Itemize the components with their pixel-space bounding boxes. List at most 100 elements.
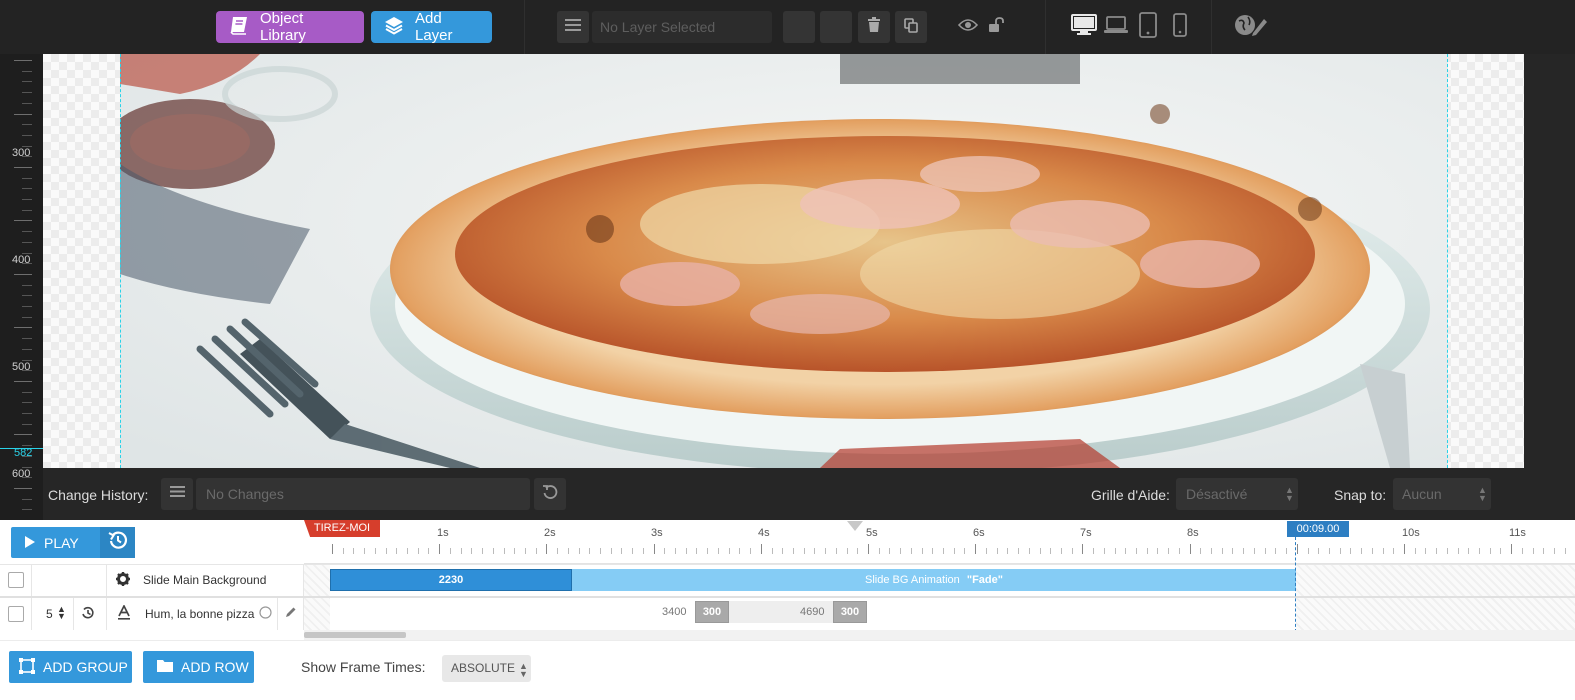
toolbar-divider-2 [1045, 0, 1046, 54]
undo-button[interactable] [534, 478, 566, 510]
history-list-button[interactable] [161, 478, 193, 510]
device-laptop-button[interactable] [1103, 14, 1129, 40]
time-label: 1s [437, 527, 449, 539]
timeline-tick [954, 548, 955, 554]
timeline-tick [396, 548, 397, 554]
timeline-tick [1308, 548, 1309, 554]
show-frame-times-label: Show Frame Times: [301, 659, 426, 675]
timeline-scrollbar-thumb[interactable] [304, 632, 406, 638]
slide-background-image[interactable] [120, 54, 1448, 468]
rewind-button[interactable] [100, 527, 135, 558]
timeline-tick [964, 548, 965, 554]
undo-icon [542, 484, 558, 505]
ruler-tick [14, 381, 32, 382]
add-row-button[interactable]: ADD ROW [143, 651, 254, 683]
timeline-tick [418, 548, 419, 554]
layer-action-button-2[interactable] [820, 11, 852, 43]
timeline-tick [1040, 548, 1041, 554]
history-value: No Changes [206, 486, 284, 502]
ruler-tick [22, 81, 32, 82]
ruler-tick [22, 295, 32, 296]
drag-handle-tag[interactable]: TIREZ-MOI [304, 520, 380, 537]
trash-icon [867, 16, 881, 38]
layer-action-button-1[interactable] [783, 11, 815, 43]
time-label: 7s [1080, 527, 1092, 539]
row-checkbox[interactable] [8, 606, 24, 622]
device-tablet-button[interactable] [1135, 11, 1161, 43]
ruler-label-300: 300 [12, 147, 31, 159]
visibility-toggle[interactable] [955, 14, 981, 40]
unlock-icon [988, 16, 1006, 38]
layer-select[interactable]: No Layer Selected [592, 11, 772, 43]
timeline-tick [696, 548, 697, 554]
ruler-tick [22, 199, 32, 200]
timeline-scrollbar[interactable] [304, 630, 1575, 640]
tablet-icon [1139, 11, 1157, 43]
object-library-label: Object Library [260, 10, 306, 44]
row-checkbox[interactable] [8, 572, 24, 588]
timeline-tick [1522, 548, 1523, 554]
playhead-marker[interactable] [847, 521, 863, 531]
timeline-tick [514, 548, 515, 554]
gear-icon[interactable] [116, 572, 130, 591]
delete-layer-button[interactable] [858, 11, 890, 43]
pencil-icon[interactable] [284, 606, 297, 624]
timeline-tick [825, 548, 826, 554]
ruler-tick [22, 413, 32, 414]
timeline-tick [804, 548, 805, 554]
ruler-tick [22, 124, 32, 125]
select-arrows-icon: ▲ ▼ [519, 661, 528, 679]
time-label: 5s [866, 527, 878, 539]
time-label: 4s [758, 527, 770, 539]
ruler-tick [22, 392, 32, 393]
timeline-tick [922, 548, 923, 554]
frame-1-duration[interactable]: 300 [695, 601, 729, 623]
hamburger-icon [169, 485, 185, 503]
device-mobile-button[interactable] [1167, 12, 1193, 42]
ruler-tick [22, 103, 32, 104]
object-library-button[interactable]: Object Library [216, 10, 364, 44]
timeline-tick [536, 548, 537, 554]
mobile-icon [1173, 12, 1187, 42]
timeline-bar-main[interactable]: 2230 [330, 569, 572, 591]
row-layer-name[interactable]: Hum, la bonne pizza [145, 607, 257, 621]
timeline-tick [1490, 548, 1491, 554]
timeline-tick [1447, 548, 1448, 554]
add-group-button[interactable]: ADD GROUP [9, 651, 132, 683]
ruler-tick [22, 317, 32, 318]
global-settings-button[interactable] [1235, 14, 1267, 40]
timeline-tick [1093, 548, 1094, 554]
device-desktop-button[interactable] [1071, 13, 1097, 40]
ruler-tick [14, 488, 32, 489]
frame-times-select[interactable]: ABSOLUTE [442, 655, 531, 682]
ruler-tick [22, 445, 32, 446]
timeline-tick [1286, 548, 1287, 554]
timeline-tick [857, 548, 858, 554]
lock-toggle[interactable] [984, 14, 1010, 40]
timeline-tick [568, 548, 569, 554]
timeline-tick [782, 548, 783, 554]
add-layer-button[interactable]: Add Layer [371, 10, 492, 44]
stepper-arrows-icon[interactable]: ▲ ▼ [57, 605, 66, 621]
timeline-tick [332, 544, 333, 554]
timeline-tick [504, 548, 505, 554]
pizza-photo [120, 54, 1448, 468]
play-button-content[interactable]: PLAY [24, 527, 79, 558]
timeline-tick [493, 548, 494, 554]
frame-2-duration[interactable]: 300 [833, 601, 867, 623]
layer-list-button[interactable] [557, 11, 589, 43]
play-icon [24, 535, 36, 551]
timeline-tick [932, 548, 933, 554]
timing-icon[interactable] [81, 606, 95, 625]
circle-toggle-icon[interactable] [259, 606, 272, 624]
layer-index-value[interactable]: 5 [46, 607, 53, 621]
timeline-tick [675, 548, 676, 554]
timeline-bar-animation[interactable]: Slide BG Animation "Fade" [572, 569, 1296, 591]
ruler-tick [22, 210, 32, 211]
timeline-end-tag[interactable]: 00:09.00 [1287, 521, 1349, 537]
duplicate-layer-button[interactable] [895, 11, 927, 43]
row-hatched-start [304, 565, 330, 596]
timeline-ruler[interactable] [304, 520, 1575, 564]
ruler-tick [22, 242, 32, 243]
timeline-tick [1029, 548, 1030, 554]
